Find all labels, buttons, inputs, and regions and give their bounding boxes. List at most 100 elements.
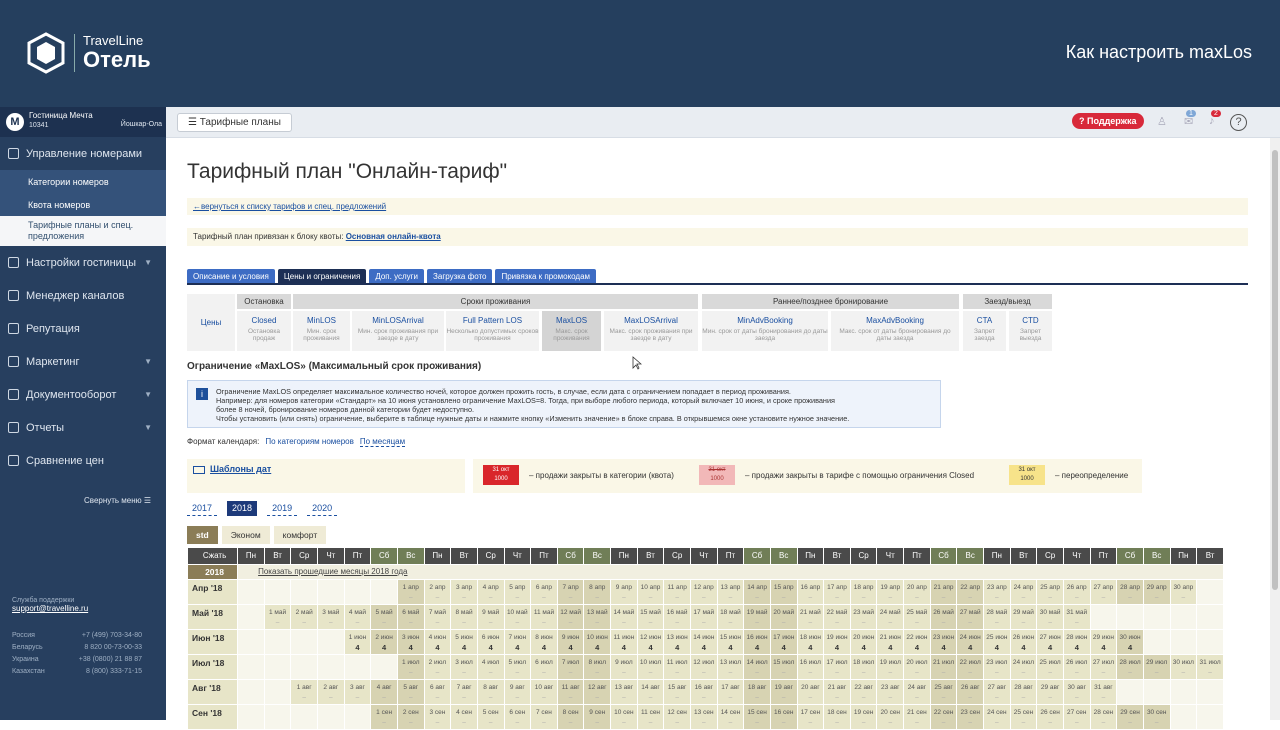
calendar-day-cell[interactable]: 30 сен – <box>1142 704 1171 730</box>
calendar-day-cell[interactable]: 1 апр – <box>396 579 425 605</box>
calendar-day-cell[interactable]: 26 май – <box>929 604 958 630</box>
calendar-day-cell[interactable]: 6 май – <box>396 604 425 630</box>
calendar-day-cell[interactable]: 20 май – <box>769 604 798 630</box>
calendar-day-cell[interactable]: 15 апр – <box>769 579 798 605</box>
tab-prices-restrictions[interactable]: Цены и ограничения <box>277 269 367 284</box>
calendar-day-cell[interactable]: 7 авг – <box>450 679 478 705</box>
calendar-day-cell[interactable]: 3 авг – <box>343 679 372 705</box>
calendar-day-cell[interactable]: 9 апр – <box>610 579 638 605</box>
prices-column[interactable]: Цены <box>187 294 235 351</box>
calendar-day-cell[interactable]: 13 авг – <box>610 679 638 705</box>
calendar-day-cell[interactable]: 7 май – <box>423 604 452 630</box>
category-std[interactable]: std <box>187 526 218 544</box>
user-icon[interactable]: ♙ <box>1157 115 1171 129</box>
restriction-maxadvbooking[interactable]: MaxAdvBooking Макс. срок от даты брониров… <box>831 311 959 351</box>
messages-icon[interactable]: ✉ <box>1184 115 1198 129</box>
calendar-day-cell[interactable]: 26 июн 4 <box>1009 629 1038 655</box>
calendar-day-cell[interactable]: 25 авг – <box>929 679 958 705</box>
calendar-day-cell[interactable]: 24 июл – <box>1009 654 1038 680</box>
tariffs-menu-button[interactable]: ☰ Тарифные планы <box>177 113 292 132</box>
sidebar-item-documents[interactable]: Документооборот ▼ <box>0 378 166 411</box>
calendar-day-cell[interactable]: 20 июн 4 <box>849 629 878 655</box>
calendar-day-cell[interactable]: 22 апр – <box>956 579 985 605</box>
calendar-day-cell[interactable]: 17 апр – <box>823 579 851 605</box>
calendar-day-cell[interactable]: 18 апр – <box>849 579 878 605</box>
calendar-day-cell[interactable]: 3 сен – <box>423 704 452 730</box>
sidebar-subitem-quota[interactable]: Квота номеров <box>0 193 166 216</box>
quota-link[interactable]: Основная онлайн-квота <box>346 232 441 241</box>
calendar-day-cell[interactable]: 7 сен – <box>530 704 558 730</box>
calendar-day-cell[interactable]: 29 июн 4 <box>1089 629 1118 655</box>
calendar-day-cell[interactable]: 24 июн 4 <box>956 629 985 655</box>
sidebar-item-reports[interactable]: Отчеты ▼ <box>0 411 166 444</box>
calendar-day-cell[interactable]: 19 авг – <box>769 679 798 705</box>
calendar-day-cell[interactable]: 10 июл – <box>636 654 665 680</box>
tab-photos[interactable]: Загрузка фото <box>427 269 493 284</box>
category-comfort[interactable]: комфорт <box>273 526 327 544</box>
sidebar-item-rooms[interactable]: Управление номерами <box>0 137 166 170</box>
category-econom[interactable]: Эконом <box>221 526 270 544</box>
calendar-day-cell[interactable]: 27 сен – <box>1062 704 1091 730</box>
calendar-day-cell[interactable]: 16 июл – <box>796 654 825 680</box>
sidebar-subitem-categories[interactable]: Категории номеров <box>0 170 166 193</box>
calendar-day-cell[interactable]: 15 авг – <box>663 679 691 705</box>
year-2018[interactable]: 2018 <box>227 501 258 516</box>
calendar-day-cell[interactable]: 13 июл – <box>716 654 745 680</box>
calendar-day-cell[interactable]: 19 июл – <box>876 654 905 680</box>
sidebar-item-channels[interactable]: Менеджер каналов <box>0 279 166 312</box>
sidebar-item-settings[interactable]: Настройки гостиницы ▼ <box>0 246 166 279</box>
calendar-day-cell[interactable]: 16 апр – <box>796 579 825 605</box>
calendar-day-cell[interactable]: 24 апр – <box>1009 579 1038 605</box>
calendar-day-cell[interactable]: 12 май – <box>556 604 585 630</box>
support-email-link[interactable]: support@travelline.ru <box>12 604 88 613</box>
collapse-menu-button[interactable]: Свернуть меню ☰ <box>84 496 151 505</box>
calendar-day-cell[interactable]: 11 июл – <box>663 654 691 680</box>
calendar-day-cell[interactable]: 6 июн 4 <box>476 629 505 655</box>
calendar-day-cell[interactable]: 10 апр – <box>636 579 665 605</box>
restriction-minadvbooking[interactable]: MinAdvBooking Мин. срок от даты бронирова… <box>702 311 828 351</box>
calendar-day-cell[interactable]: 29 авг – <box>1036 679 1064 705</box>
calendar-day-cell[interactable]: 11 май – <box>530 604 558 630</box>
calendar-day-cell[interactable]: 27 май – <box>956 604 985 630</box>
calendar-day-cell[interactable]: 1 июл – <box>396 654 425 680</box>
calendar-day-cell[interactable]: 31 авг – <box>1089 679 1118 705</box>
calendar-day-cell[interactable]: 6 апр – <box>530 579 558 605</box>
calendar-day-cell[interactable]: 19 сен – <box>849 704 878 730</box>
calendar-day-cell[interactable]: 19 июн 4 <box>823 629 851 655</box>
calendar-day-cell[interactable]: 1 сен – <box>370 704 398 730</box>
calendar-day-cell[interactable]: 23 июн 4 <box>929 629 958 655</box>
calendar-day-cell[interactable]: 12 авг – <box>583 679 612 705</box>
calendar-day-cell[interactable]: 7 июл – <box>556 654 585 680</box>
calendar-day-cell[interactable]: 22 июн 4 <box>903 629 931 655</box>
scrollbar-thumb[interactable] <box>1272 150 1278 590</box>
format-by-month[interactable]: По месяцам <box>359 437 406 447</box>
calendar-day-cell[interactable]: 17 май – <box>689 604 718 630</box>
calendar-day-cell[interactable]: 13 апр – <box>716 579 745 605</box>
calendar-day-cell[interactable]: 7 июн 4 <box>503 629 532 655</box>
calendar-day-cell[interactable]: 22 сен – <box>929 704 958 730</box>
calendar-day-cell[interactable]: 8 май – <box>450 604 478 630</box>
calendar-day-cell[interactable]: 11 авг – <box>556 679 585 705</box>
calendar-day-cell[interactable]: 22 июл – <box>956 654 985 680</box>
calendar-day-cell[interactable]: 29 июл – <box>1142 654 1171 680</box>
calendar-day-cell[interactable]: 27 апр – <box>1089 579 1118 605</box>
shrink-button[interactable]: Сжать <box>186 547 239 565</box>
calendar-day-cell[interactable]: 20 авг – <box>796 679 825 705</box>
calendar-day-cell[interactable]: 1 авг – <box>290 679 319 705</box>
calendar-day-cell[interactable]: 27 авг – <box>983 679 1011 705</box>
calendar-day-cell[interactable]: 16 июн 4 <box>743 629 771 655</box>
calendar-day-cell[interactable]: 3 июл – <box>450 654 478 680</box>
calendar-day-cell[interactable]: 24 сен – <box>983 704 1011 730</box>
calendar-day-cell[interactable]: 14 апр – <box>743 579 771 605</box>
calendar-day-cell[interactable]: 4 июл – <box>476 654 505 680</box>
calendar-day-cell[interactable]: 12 апр – <box>689 579 718 605</box>
support-button[interactable]: ? Поддержка <box>1072 113 1144 129</box>
calendar-day-cell[interactable]: 25 июн 4 <box>983 629 1011 655</box>
calendar-day-cell[interactable]: 26 авг – <box>956 679 985 705</box>
sidebar-item-marketing[interactable]: Маркетинг ▼ <box>0 345 166 378</box>
calendar-day-cell[interactable]: 17 июл – <box>823 654 851 680</box>
calendar-day-cell[interactable]: 5 апр – <box>503 579 532 605</box>
calendar-day-cell[interactable]: 1 май – <box>263 604 292 630</box>
calendar-day-cell[interactable]: 23 апр – <box>983 579 1011 605</box>
calendar-day-cell[interactable]: 4 авг – <box>370 679 398 705</box>
